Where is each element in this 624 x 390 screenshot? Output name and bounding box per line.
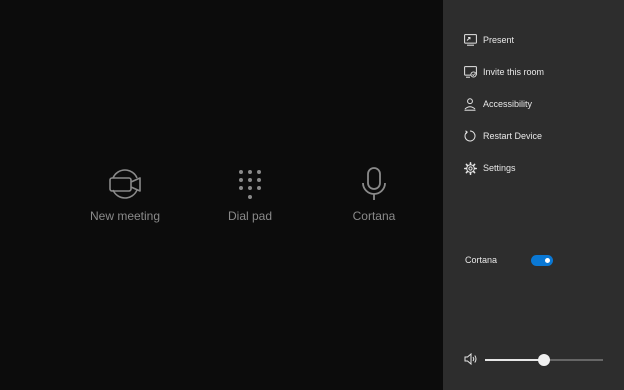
speaker-icon[interactable] — [464, 352, 478, 366]
dial-pad-icon — [239, 170, 261, 199]
side-panel: Present Invite this room Accessibility R… — [443, 0, 624, 390]
tile-label: New meeting — [89, 209, 161, 223]
menu-label: Present — [483, 35, 515, 45]
restart-icon — [463, 129, 477, 143]
menu-item-restart-device[interactable]: Restart Device — [463, 126, 613, 146]
new-meeting-tile[interactable]: New meeting — [70, 162, 180, 223]
menu-label: Restart Device — [483, 131, 543, 141]
menu-item-present[interactable]: Present — [463, 30, 613, 50]
invite-room-icon — [463, 65, 477, 79]
dial-pad-tile[interactable]: Dial pad — [195, 162, 305, 223]
volume-slider[interactable] — [485, 354, 603, 366]
menu-label: Settings — [483, 163, 516, 173]
volume-slider-fill — [485, 359, 544, 361]
volume-slider-thumb[interactable] — [538, 354, 550, 366]
accessibility-icon — [463, 97, 477, 111]
cortana-toggle-row: Cortana — [465, 253, 615, 269]
main-area: New meeting Dial pad Cortana — [0, 0, 443, 390]
cortana-toggle[interactable] — [531, 255, 553, 266]
toggle-knob — [545, 258, 550, 263]
menu-label: Accessibility — [483, 99, 533, 109]
menu-item-invite-room[interactable]: Invite this room — [463, 62, 613, 82]
cortana-tile[interactable]: Cortana — [319, 162, 429, 223]
menu-item-accessibility[interactable]: Accessibility — [463, 94, 613, 114]
tile-label: Cortana — [352, 209, 396, 223]
microphone-icon — [362, 167, 386, 200]
tile-label: Dial pad — [227, 209, 273, 223]
menu-label: Invite this room — [483, 67, 545, 77]
cortana-toggle-label: Cortana — [465, 255, 498, 265]
present-screen-icon — [463, 33, 477, 47]
video-camera-icon — [109, 169, 141, 199]
gear-icon — [463, 161, 477, 175]
menu-item-settings[interactable]: Settings — [463, 158, 613, 178]
